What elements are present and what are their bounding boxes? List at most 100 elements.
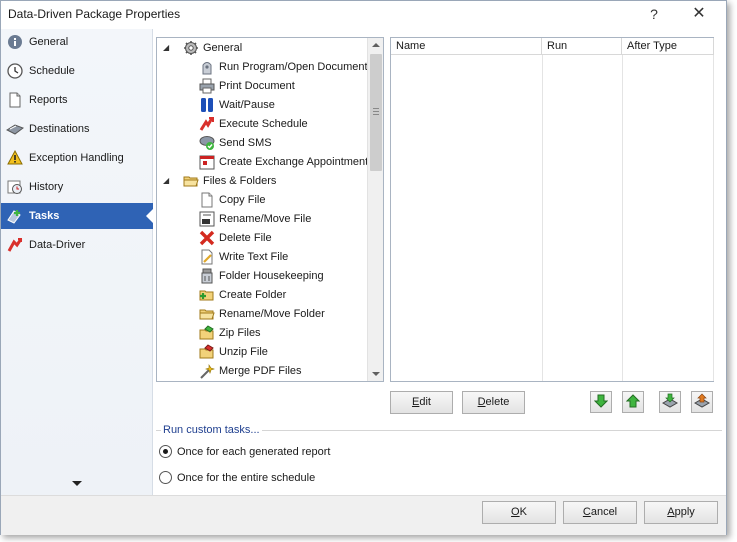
merge-pdf-icon: [199, 363, 215, 379]
move-up-button[interactable]: [622, 391, 644, 413]
dialog-window: Data-Driven Package Properties ? ✕ Gener…: [0, 0, 727, 535]
unzip-icon: [199, 343, 215, 360]
close-button[interactable]: ✕: [679, 3, 719, 27]
radio-button[interactable]: [159, 445, 172, 458]
tree-item-label: Send SMS: [219, 136, 272, 149]
edit-button[interactable]: Edit: [390, 391, 453, 414]
radio-once-per-report[interactable]: Once for each generated report: [159, 445, 330, 458]
tree-item-label: Create Exchange Appointment: [219, 155, 369, 168]
sidebar-item-label: Reports: [29, 94, 68, 106]
tree-item-label: Rename/Move File: [219, 212, 312, 225]
tree-item-unzip-file[interactable]: Unzip File: [199, 342, 268, 361]
sidebar-item-reports[interactable]: Reports: [1, 87, 153, 113]
tree-item-rename-move-file[interactable]: Rename/Move File: [199, 209, 311, 228]
tree-item-folder-housekeeping[interactable]: Folder Housekeeping: [199, 266, 324, 285]
tree-item-label: Create Folder: [219, 288, 287, 301]
radio-once-per-schedule[interactable]: Once for the entire schedule: [159, 471, 315, 484]
tree-item-run-program[interactable]: Run Program/Open Document: [199, 57, 368, 76]
radio-label: Once for the entire schedule: [177, 471, 316, 484]
help-button[interactable]: ?: [634, 3, 674, 27]
destinations-icon: [6, 120, 24, 138]
delete-icon: [199, 230, 215, 246]
cancel-button[interactable]: Cancel: [563, 501, 637, 524]
tree-item-label: Copy File: [219, 193, 266, 206]
tree-item-copy-file[interactable]: Copy File: [199, 190, 265, 209]
tree-item-label: Rename/Move Folder: [219, 307, 325, 320]
column-header-run[interactable]: Run: [542, 38, 622, 55]
scroll-thumb[interactable]: [370, 54, 382, 171]
move-down-button[interactable]: [590, 391, 612, 413]
arrow-up-icon: [625, 393, 641, 411]
tree-item-print-document[interactable]: Print Document: [199, 76, 295, 95]
sidebar-item-schedule[interactable]: Schedule: [1, 58, 153, 84]
sidebar-scroll-down-icon[interactable]: [72, 481, 82, 486]
scroll-down-icon[interactable]: [372, 372, 380, 376]
clock-icon: [6, 62, 24, 80]
tree-item-label: Print Document: [219, 79, 295, 92]
task-type-tree[interactable]: ◢ General Run Program/Open Document Prin…: [156, 37, 384, 382]
tree-item-write-text-file[interactable]: Write Text File: [199, 247, 288, 266]
sidebar-item-history[interactable]: History: [1, 174, 153, 200]
tree-scrollbar[interactable]: [367, 38, 383, 381]
appointment-icon: [199, 154, 215, 170]
sidebar-item-label: Exception Handling: [29, 152, 124, 164]
document-icon: [6, 91, 24, 109]
dialog-footer: OK Cancel Apply: [1, 495, 726, 535]
tree-item-label: Execute Schedule: [219, 117, 308, 130]
sms-icon: [199, 135, 215, 151]
tree-item-label: Folder Housekeeping: [219, 269, 324, 282]
column-header-name[interactable]: Name: [391, 38, 542, 55]
sidebar: General Schedule Reports Destinations Ex…: [1, 29, 153, 495]
delete-button[interactable]: Delete: [462, 391, 525, 414]
import-tasks-button[interactable]: [659, 391, 681, 413]
sidebar-item-tasks[interactable]: Tasks: [1, 203, 153, 229]
tree-group-general[interactable]: ◢ General: [157, 38, 367, 57]
run-program-icon: [199, 59, 215, 75]
tree-group-files-folders[interactable]: ◢ Files & Folders: [157, 171, 367, 190]
pause-icon: [199, 97, 215, 113]
tree-item-label: Merge PDF Files: [219, 364, 302, 377]
sidebar-item-label: Destinations: [29, 123, 90, 135]
write-text-icon: [199, 249, 215, 265]
tree-group-label: General: [203, 41, 243, 54]
tree-item-label: Wait/Pause: [219, 98, 275, 111]
task-list[interactable]: Name Run After Type: [390, 37, 714, 382]
title-bar: Data-Driven Package Properties ? ✕: [1, 1, 726, 29]
expander-icon[interactable]: ◢: [163, 176, 169, 185]
tree-item-zip-files[interactable]: Zip Files: [199, 323, 261, 342]
history-icon: [6, 178, 24, 196]
sidebar-item-label: Schedule: [29, 65, 75, 77]
export-tasks-button[interactable]: [691, 391, 713, 413]
ok-button[interactable]: OK: [482, 501, 556, 524]
tree-item-merge-pdf-files[interactable]: Merge PDF Files: [199, 361, 302, 380]
window-title: Data-Driven Package Properties: [8, 7, 181, 21]
run-options-group-label: Run custom tasks...: [161, 424, 262, 436]
housekeeping-icon: [199, 268, 215, 284]
column-header-after-type[interactable]: After Type: [622, 38, 714, 55]
sidebar-item-label: History: [29, 181, 64, 193]
tree-item-send-sms[interactable]: Send SMS: [199, 133, 272, 152]
tree-item-delete-file[interactable]: Delete File: [199, 228, 272, 247]
data-driver-icon: [6, 236, 24, 254]
sidebar-item-general[interactable]: General: [1, 29, 153, 55]
sidebar-item-destinations[interactable]: Destinations: [1, 116, 153, 142]
expander-icon[interactable]: ◢: [163, 43, 169, 52]
tree-item-label: Run Program/Open Document: [219, 60, 368, 73]
copy-file-icon: [199, 192, 215, 208]
tree-item-execute-schedule[interactable]: Execute Schedule: [199, 114, 308, 133]
tree-item-create-folder[interactable]: Create Folder: [199, 285, 286, 304]
radio-button[interactable]: [159, 471, 172, 484]
tree-item-rename-move-folder[interactable]: Rename/Move Folder: [199, 304, 325, 323]
apply-button[interactable]: Apply: [644, 501, 718, 524]
sidebar-item-exception-handling[interactable]: Exception Handling: [1, 145, 153, 171]
sidebar-item-label: Data-Driver: [29, 239, 86, 251]
tree-item-wait-pause[interactable]: Wait/Pause: [199, 95, 275, 114]
sidebar-item-data-driver[interactable]: Data-Driver: [1, 232, 153, 258]
folder-icon: [183, 173, 199, 189]
radio-label: Once for each generated report: [177, 445, 331, 458]
scroll-up-icon[interactable]: [372, 43, 380, 47]
tree-group-label: Files & Folders: [203, 174, 277, 187]
tree-item-create-exchange-appointment[interactable]: Create Exchange Appointment: [199, 152, 368, 171]
tree-item-label: Unzip File: [219, 345, 268, 358]
warning-icon: [6, 149, 24, 167]
